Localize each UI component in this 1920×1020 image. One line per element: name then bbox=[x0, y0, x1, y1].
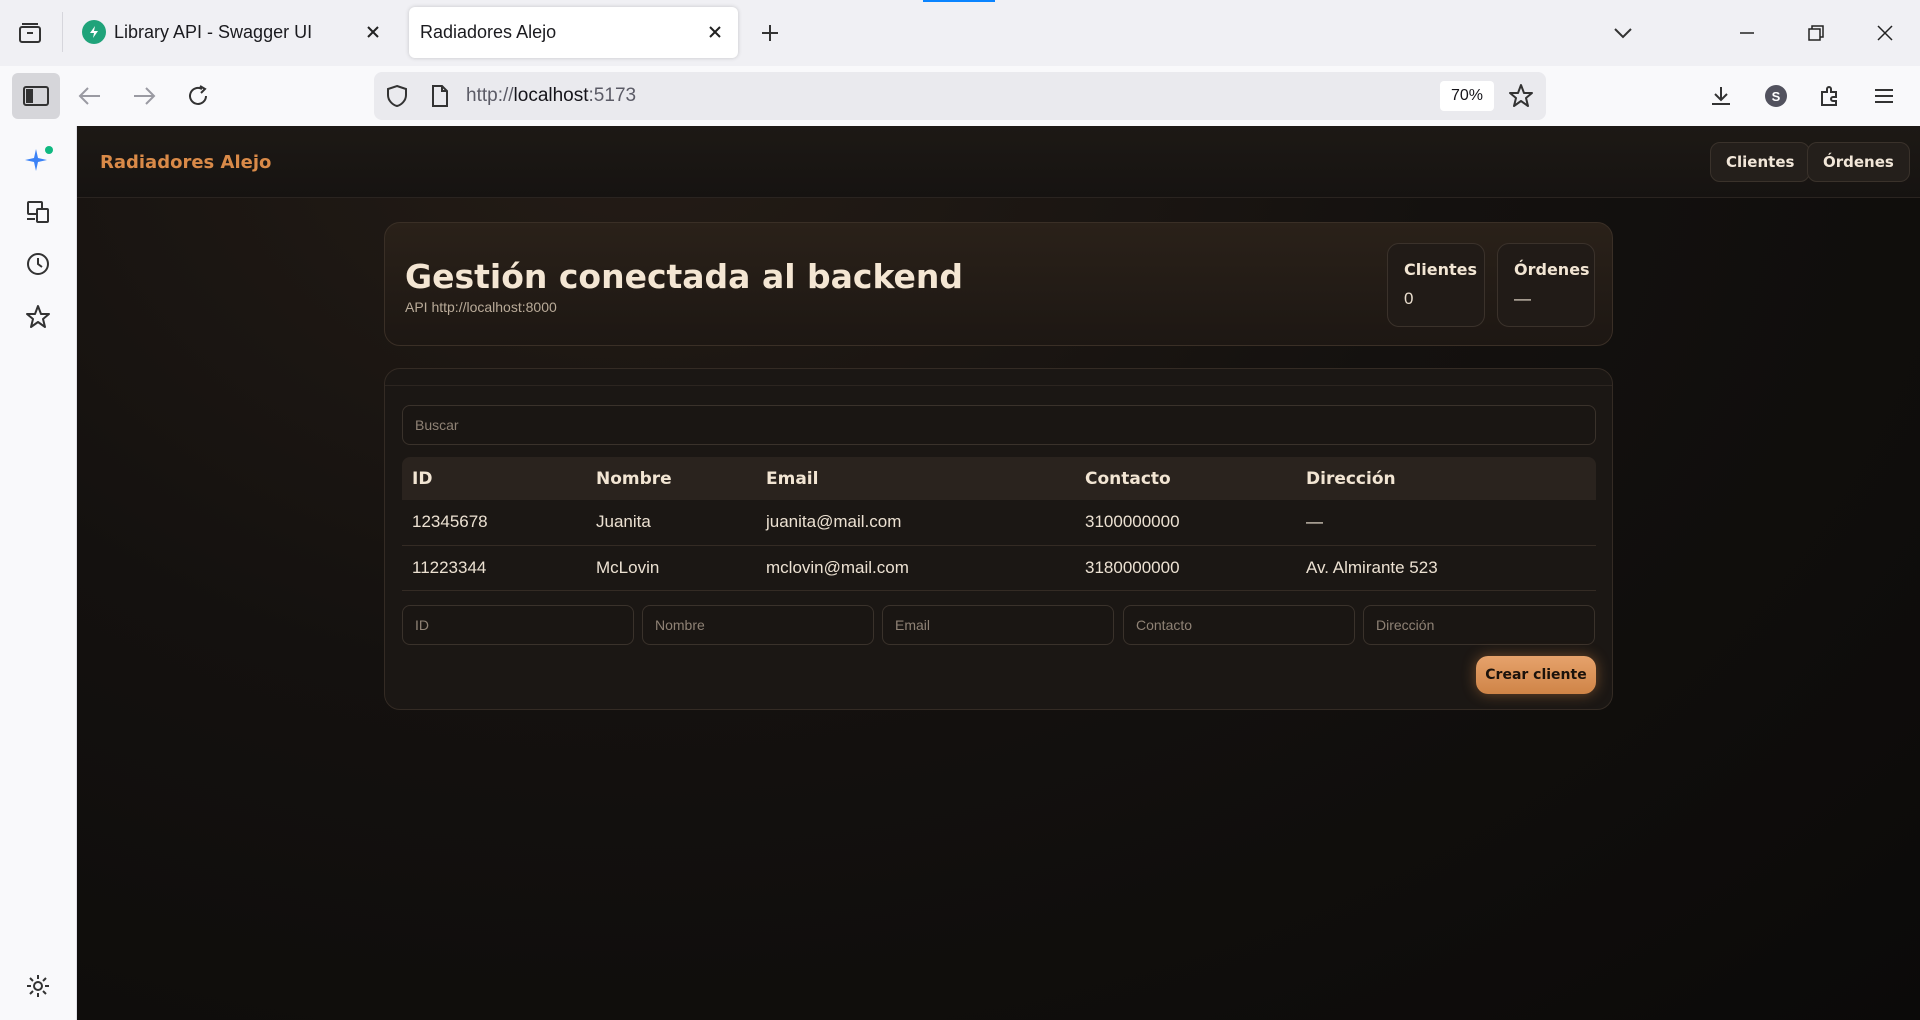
stat-value: — bbox=[1514, 289, 1531, 308]
tab-divider bbox=[62, 12, 63, 52]
crear-cliente-button[interactable]: Crear cliente bbox=[1476, 656, 1596, 694]
nav-clientes-button[interactable]: Clientes bbox=[1710, 142, 1811, 182]
email-field[interactable] bbox=[882, 605, 1114, 645]
tab-bar: Library API - Swagger UI Radiadores Alej… bbox=[0, 0, 1920, 66]
cell-direccion: — bbox=[1296, 500, 1596, 546]
browser-sidebar bbox=[0, 126, 77, 1020]
synced-devices-icon[interactable] bbox=[22, 196, 54, 228]
address-bar[interactable]: http://localhost:5173 70% bbox=[374, 72, 1546, 120]
extensions-puzzle-icon[interactable] bbox=[1812, 78, 1848, 114]
tab-list-chevron-down-icon[interactable] bbox=[1606, 17, 1640, 49]
tab-radiadores[interactable]: Radiadores Alejo bbox=[409, 7, 738, 58]
cell-contacto: 3100000000 bbox=[1075, 500, 1296, 546]
search-input[interactable] bbox=[402, 405, 1596, 445]
forward-arrow-icon[interactable] bbox=[126, 78, 162, 114]
tab-loading-indicator bbox=[923, 0, 995, 2]
stat-label: Órdenes bbox=[1514, 260, 1590, 279]
brand-logo-text[interactable]: Radiadores Alejo bbox=[100, 152, 271, 173]
column-header-id: ID bbox=[412, 468, 433, 489]
cell-id: 11223344 bbox=[402, 545, 586, 591]
nombre-field[interactable] bbox=[642, 605, 874, 645]
column-header-email: Email bbox=[766, 468, 819, 489]
reload-icon[interactable] bbox=[180, 78, 216, 114]
avatar-initial: S bbox=[1765, 85, 1787, 107]
stat-card-clientes: Clientes 0 bbox=[1387, 243, 1485, 327]
contacto-field[interactable] bbox=[1123, 605, 1355, 645]
url-scheme: http:// bbox=[466, 85, 514, 106]
zoom-level-badge[interactable]: 70% bbox=[1440, 81, 1494, 111]
cell-id: 12345678 bbox=[402, 500, 586, 546]
direccion-field[interactable] bbox=[1363, 605, 1595, 645]
shield-icon[interactable] bbox=[386, 84, 408, 113]
page-title: Gestión conectada al backend bbox=[405, 257, 964, 296]
tab-title: Radiadores Alejo bbox=[420, 22, 557, 42]
column-header-contacto: Contacto bbox=[1085, 468, 1171, 489]
cell-email: juanita@mail.com bbox=[756, 500, 1075, 546]
ai-sparkle-icon[interactable] bbox=[22, 144, 54, 176]
stat-card-ordenes: Órdenes — bbox=[1497, 243, 1595, 327]
card-divider bbox=[385, 385, 1612, 386]
cell-nombre: Juanita bbox=[586, 500, 756, 546]
new-tab-plus-icon[interactable] bbox=[755, 18, 785, 48]
column-header-nombre: Nombre bbox=[596, 468, 672, 489]
tab-title: Library API - Swagger UI bbox=[114, 22, 313, 42]
clientes-table: ID Nombre Email Contacto Dirección 12345… bbox=[402, 457, 1596, 591]
cell-contacto: 3180000000 bbox=[1075, 545, 1296, 591]
sidebar-toggle-icon[interactable] bbox=[12, 73, 60, 119]
nav-ordenes-button[interactable]: Órdenes bbox=[1807, 142, 1910, 182]
close-tab-icon[interactable] bbox=[704, 21, 726, 43]
web-page: Radiadores Alejo Clientes Órdenes Gestió… bbox=[77, 126, 1920, 1020]
close-window-icon[interactable] bbox=[1868, 17, 1902, 49]
bookmarks-star-icon[interactable] bbox=[22, 301, 54, 333]
minimize-icon[interactable] bbox=[1730, 17, 1764, 49]
tab-overview-icon[interactable] bbox=[12, 17, 48, 49]
clientes-card: ID Nombre Email Contacto Dirección 12345… bbox=[384, 368, 1613, 710]
restore-icon[interactable] bbox=[1799, 17, 1833, 49]
swagger-favicon-icon bbox=[82, 20, 106, 44]
hero-panel: Gestión conectada al backend API http://… bbox=[384, 222, 1613, 346]
table-row[interactable]: 11223344 McLovin mclovin@mail.com 318000… bbox=[402, 545, 1596, 591]
history-clock-icon[interactable] bbox=[22, 248, 54, 280]
cell-nombre: McLovin bbox=[586, 545, 756, 591]
stat-value: 0 bbox=[1404, 289, 1414, 308]
app-header: Radiadores Alejo Clientes Órdenes bbox=[77, 126, 1920, 198]
bookmark-star-icon[interactable] bbox=[1508, 83, 1534, 114]
close-tab-icon[interactable] bbox=[362, 21, 384, 43]
settings-gear-icon[interactable] bbox=[22, 970, 54, 1002]
navigation-toolbar: http://localhost:5173 70% S bbox=[0, 66, 1920, 126]
table-header-row: ID Nombre Email Contacto Dirección bbox=[402, 457, 1596, 500]
column-header-direccion: Dirección bbox=[1306, 468, 1396, 489]
tab-swagger[interactable]: Library API - Swagger UI bbox=[70, 7, 396, 58]
id-field[interactable] bbox=[402, 605, 634, 645]
url-host: localhost bbox=[513, 85, 589, 106]
cell-direccion: Av. Almirante 523 bbox=[1296, 545, 1596, 591]
table-row[interactable]: 12345678 Juanita juanita@mail.com 310000… bbox=[402, 500, 1596, 546]
api-url-subtitle: API http://localhost:8000 bbox=[405, 299, 557, 315]
page-info-icon[interactable] bbox=[430, 84, 450, 113]
account-avatar[interactable]: S bbox=[1758, 78, 1794, 114]
stat-label: Clientes bbox=[1404, 260, 1477, 279]
back-arrow-icon[interactable] bbox=[72, 78, 108, 114]
menu-hamburger-icon[interactable] bbox=[1866, 78, 1902, 114]
cell-email: mclovin@mail.com bbox=[756, 545, 1075, 591]
url-port: :5173 bbox=[588, 85, 637, 106]
downloads-icon[interactable] bbox=[1703, 78, 1739, 114]
url-text: http://localhost:5173 bbox=[466, 85, 636, 107]
